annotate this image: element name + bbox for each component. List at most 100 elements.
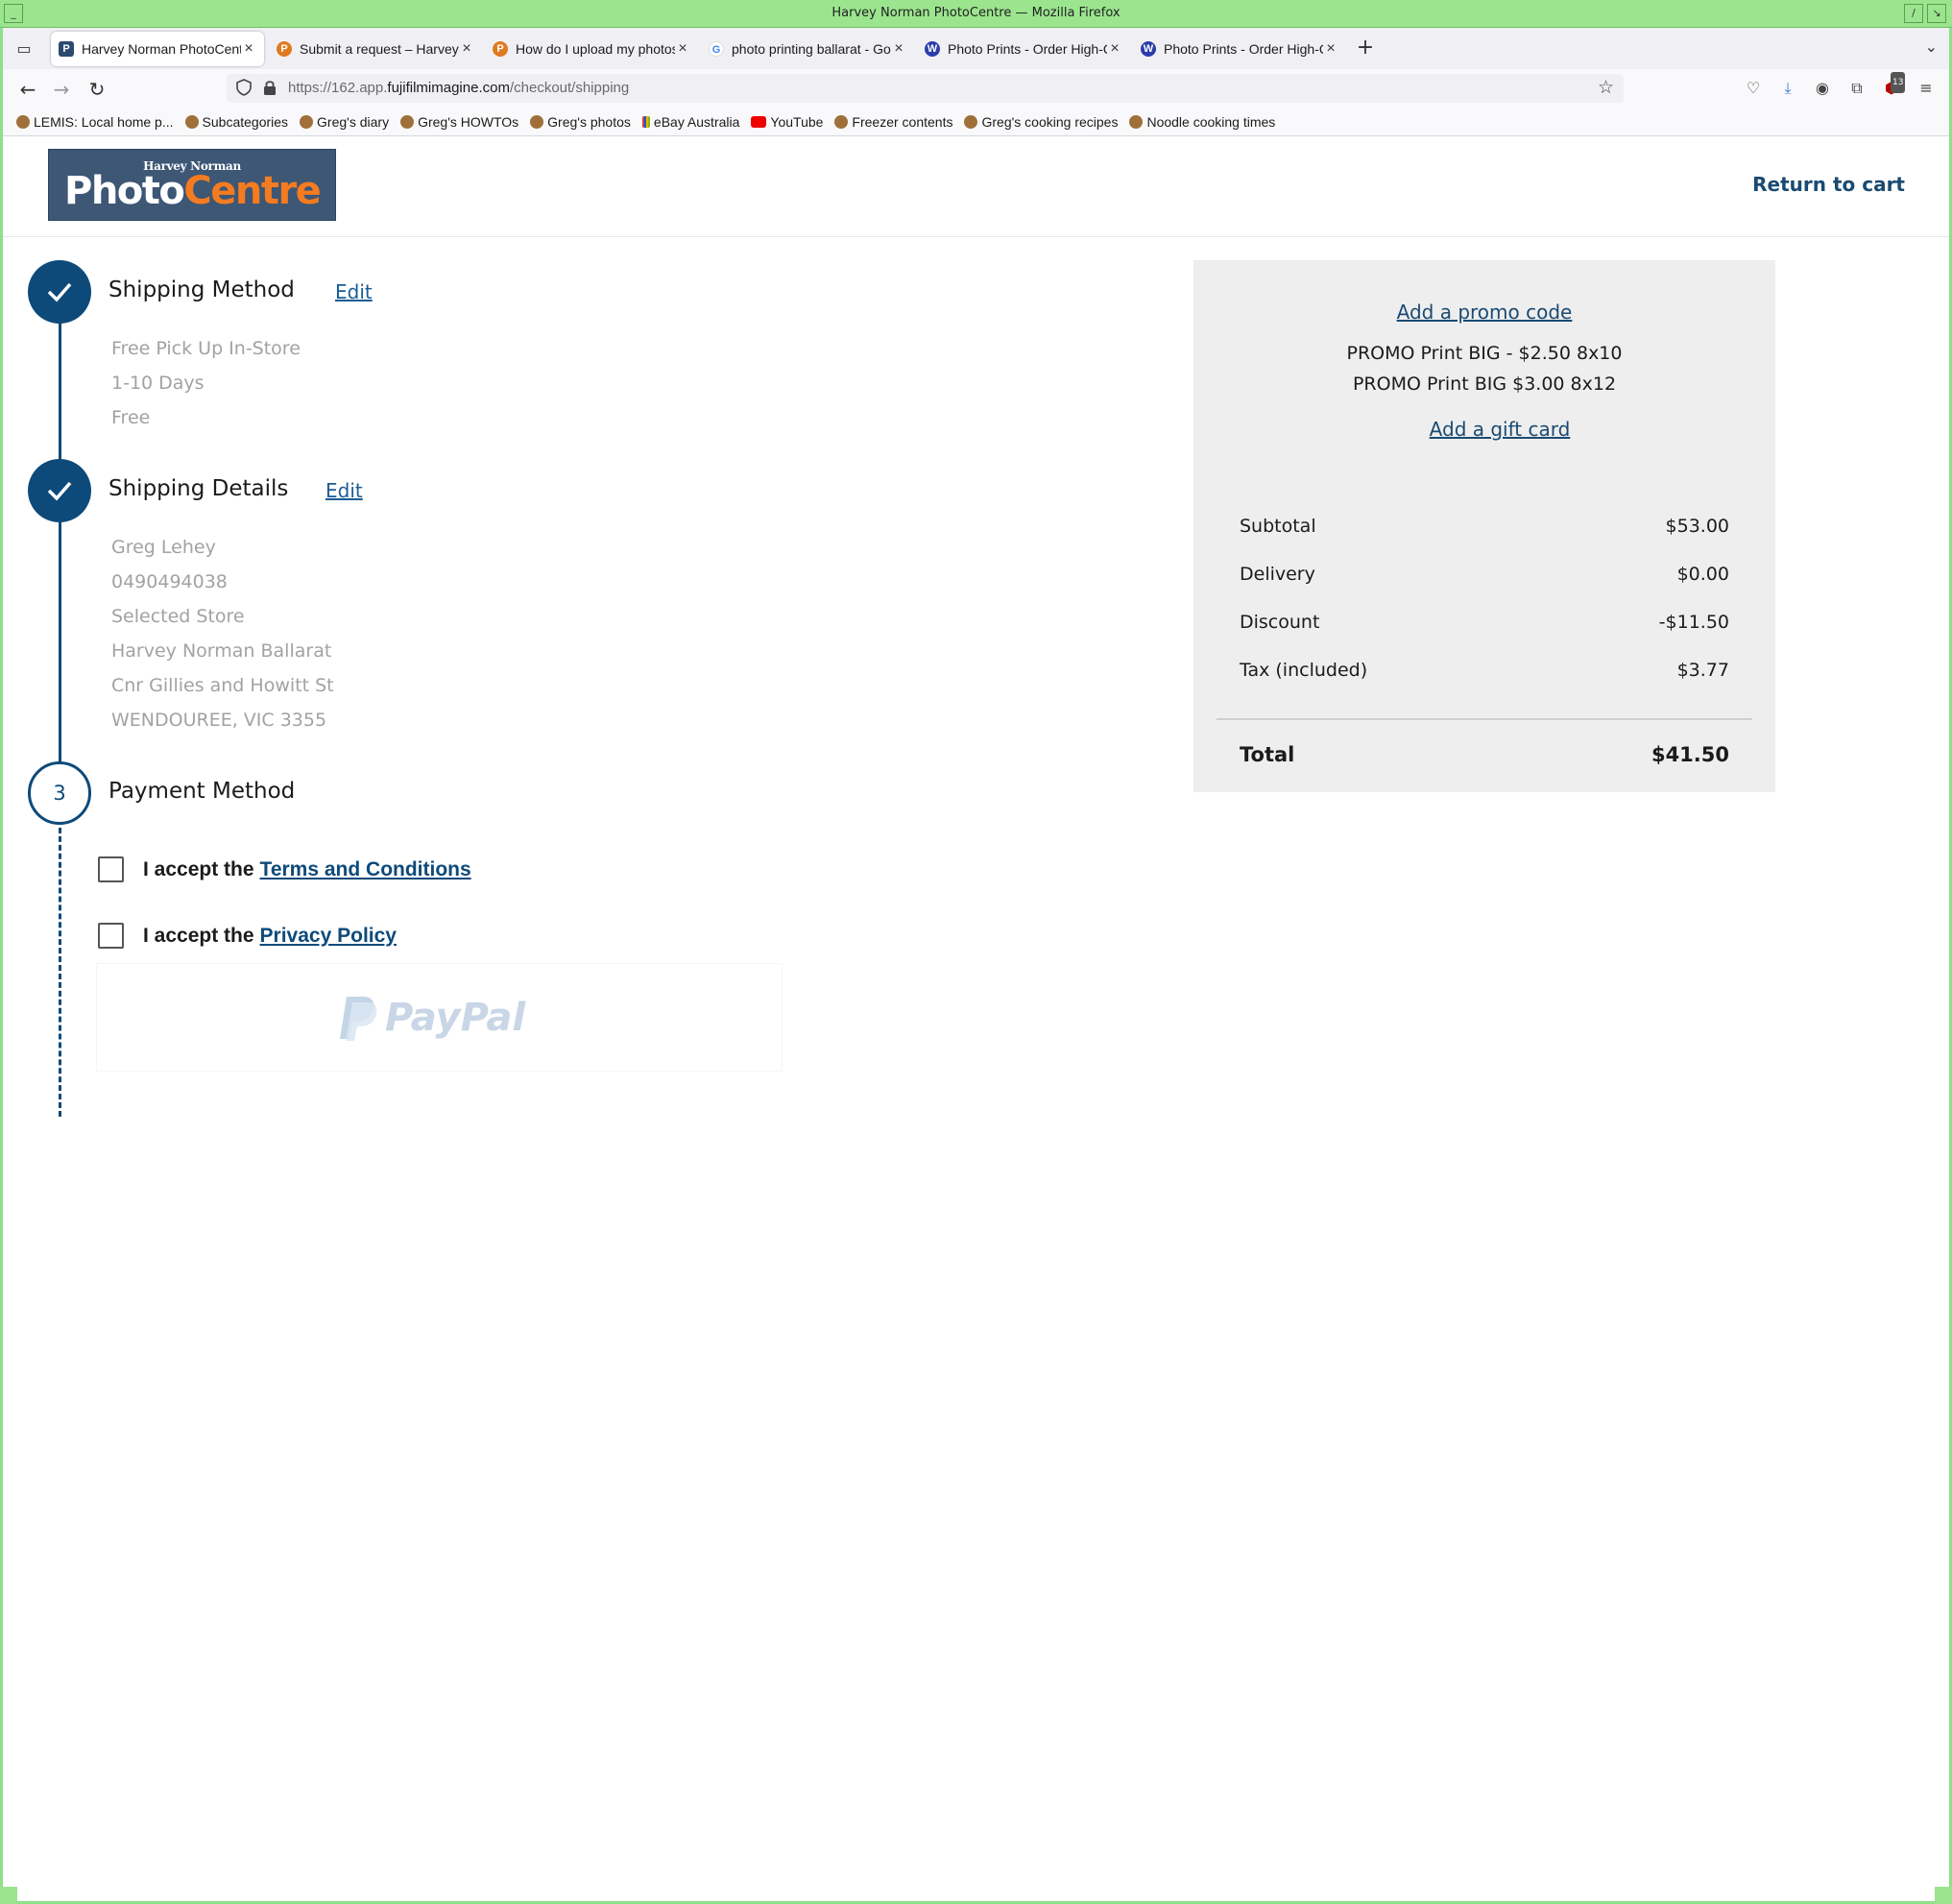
shipping-details-title: Shipping Details [108, 476, 289, 501]
pocket-icon[interactable]: ♡ [1743, 78, 1764, 99]
bookmark-item[interactable]: Greg's photos [530, 114, 631, 130]
bookmark-item[interactable]: eBay Australia [641, 114, 739, 130]
close-tab-icon[interactable]: × [459, 40, 474, 58]
window-resize-corner[interactable] [0, 1887, 17, 1904]
step-number-badge: 3 [28, 761, 91, 825]
maximize-icon[interactable]: / [1904, 4, 1923, 23]
tab-label: photo printing ballarat - Google [732, 41, 891, 57]
close-tab-icon[interactable]: × [891, 40, 906, 58]
summary-row-discount: Discount -$11.50 [1240, 612, 1729, 633]
shipping-detail-suburb: WENDOUREE, VIC 3355 [111, 710, 327, 731]
account-icon[interactable]: ◉ [1812, 78, 1833, 99]
photocentre-favicon-icon: P [59, 41, 74, 57]
window-title: Harvey Norman PhotoCentre — Mozilla Fire… [831, 6, 1121, 20]
summary-row-subtotal: Subtotal $53.00 [1240, 516, 1729, 537]
tab-photo-prints-2[interactable]: W Photo Prints - Order High-Quality × [1133, 32, 1346, 66]
window-resize-corner[interactable] [1935, 1887, 1952, 1904]
step-connector-dashed [59, 819, 61, 1117]
return-to-cart-link[interactable]: Return to cart [1752, 173, 1905, 196]
tab-photo-prints-1[interactable]: W Photo Prints - Order High-Quality × [917, 32, 1130, 66]
tab-google-search[interactable]: G photo printing ballarat - Google × [701, 32, 914, 66]
summary-row-total: Total $41.50 [1240, 743, 1729, 766]
add-promo-code-link[interactable]: Add a promo code [1193, 301, 1775, 324]
paypal-logo: PayPal [337, 993, 525, 1043]
avatar-icon [530, 114, 544, 129]
bookmark-item[interactable]: Greg's HOWTOs [400, 114, 518, 130]
checkmark-icon [47, 282, 72, 302]
summary-row-delivery: Delivery $0.00 [1240, 564, 1729, 585]
paypal-button[interactable]: PayPal [96, 963, 783, 1072]
paypal-p-icon [340, 997, 377, 1041]
bookmark-star-icon[interactable]: ☆ [1598, 77, 1614, 99]
bookmark-item[interactable]: Greg's diary [300, 114, 389, 130]
step-complete-badge [28, 459, 91, 522]
bookmark-item[interactable]: Freezer contents [834, 114, 952, 130]
edit-shipping-method-link[interactable]: Edit [335, 280, 373, 303]
close-tab-icon[interactable]: × [241, 40, 256, 58]
privacy-label: I accept the [143, 924, 254, 947]
applied-promo: PROMO Print BIG - $2.50 8x10 [1346, 343, 1623, 364]
bookmark-item[interactable]: Greg's cooking recipes [964, 114, 1118, 130]
extensions-icon[interactable]: ⧉ [1846, 78, 1868, 99]
w-favicon-icon: W [925, 41, 940, 57]
downloads-icon[interactable]: ⤓ [1777, 78, 1798, 99]
ublock-icon[interactable]: ⬢13 [1881, 72, 1906, 99]
step-connector [59, 320, 61, 473]
terms-and-conditions-link[interactable]: Terms and Conditions [260, 858, 471, 881]
window-titlebar: _ Harvey Norman PhotoCentre — Mozilla Fi… [0, 0, 1952, 28]
terms-label: I accept the [143, 857, 254, 880]
close-tab-icon[interactable]: × [1323, 40, 1338, 58]
url-text[interactable]: https://162.app.fujifilmimagine.com/chec… [288, 80, 629, 96]
tab-submit-request[interactable]: P Submit a request – Harvey Norman × [269, 32, 482, 66]
avatar-icon [300, 114, 314, 129]
bookmark-item[interactable]: LEMIS: Local home p... [16, 114, 174, 130]
avatar-icon [964, 114, 978, 129]
shipping-detail-store: Harvey Norman Ballarat [111, 640, 332, 662]
tab-label: Submit a request – Harvey Norman [300, 41, 459, 57]
hamburger-menu-icon[interactable]: ≡ [1916, 78, 1937, 99]
edit-shipping-details-link[interactable]: Edit [325, 479, 363, 502]
back-arrow-icon[interactable]: ← [15, 77, 40, 102]
bookmark-item[interactable]: YouTube [751, 114, 823, 130]
paypal-wordmark: PayPal [385, 996, 526, 1040]
w-favicon-icon: W [1141, 41, 1156, 57]
shipping-detail-name: Greg Lehey [111, 537, 216, 558]
close-window-icon[interactable]: ↘ [1927, 4, 1946, 23]
chevron-down-icon[interactable]: ⌄ [1925, 37, 1938, 56]
shipping-detail-label: Selected Store [111, 606, 245, 627]
forward-arrow-icon[interactable]: → [49, 77, 74, 102]
photocentre-logo[interactable]: Harvey Norman PhotoCentre [48, 149, 336, 221]
close-tab-icon[interactable]: × [1107, 40, 1122, 58]
shipping-method-detail: Free [111, 407, 151, 428]
reload-icon[interactable]: ↻ [84, 77, 109, 102]
privacy-consent-row: I accept the Privacy Policy [98, 923, 397, 949]
avatar-icon [184, 114, 199, 129]
add-gift-card-link[interactable]: Add a gift card [1224, 418, 1775, 441]
avatar-icon [1129, 114, 1144, 129]
tab-label: Photo Prints - Order High-Quality [1164, 41, 1323, 57]
page-content: Harvey Norman PhotoCentre Return to cart… [3, 137, 1949, 1901]
terms-checkbox[interactable] [98, 856, 124, 882]
firefox-view-icon[interactable]: ▭ [12, 37, 36, 60]
bookmark-item[interactable]: Subcategories [184, 114, 288, 130]
tab-label: How do I upload my photos [516, 41, 675, 57]
tab-photocentre[interactable]: P Harvey Norman PhotoCentre × [51, 32, 264, 66]
privacy-policy-link[interactable]: Privacy Policy [260, 925, 397, 948]
url-bar[interactable]: https://162.app.fujifilmimagine.com/chec… [227, 74, 1624, 103]
summary-row-tax: Tax (included) $3.77 [1240, 660, 1729, 681]
close-tab-icon[interactable]: × [675, 40, 690, 58]
tab-label: Harvey Norman PhotoCentre [82, 41, 241, 57]
terms-consent-row: I accept the Terms and Conditions [98, 856, 471, 882]
tab-upload-photos[interactable]: P How do I upload my photos × [485, 32, 698, 66]
ebay-icon [641, 115, 650, 128]
new-tab-icon[interactable]: + [1353, 36, 1378, 60]
shipping-detail-street: Cnr Gillies and Howitt St [111, 675, 334, 696]
step-complete-badge [28, 260, 91, 324]
tracking-shield-icon[interactable] [236, 79, 252, 96]
lock-icon[interactable] [263, 79, 277, 96]
logo-main-text: PhotoCentre [64, 169, 322, 213]
youtube-icon [751, 115, 767, 128]
bookmark-item[interactable]: Noodle cooking times [1129, 114, 1275, 130]
privacy-checkbox[interactable] [98, 923, 124, 949]
photocentre-p-favicon-icon: P [493, 41, 508, 57]
